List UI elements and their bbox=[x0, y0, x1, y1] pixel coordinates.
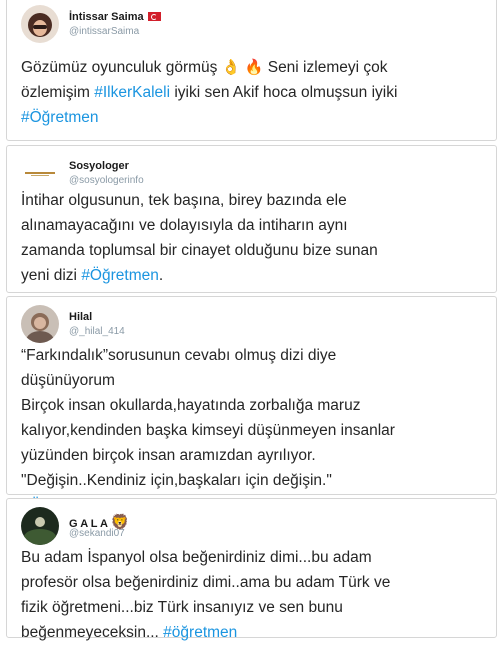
user-avatar[interactable] bbox=[21, 305, 59, 343]
tweet-text-line: zamanda toplumsal bir cinayet olduğunu b… bbox=[21, 238, 486, 263]
tweet-text-line: özlemişim #IlkerKaleli iyiki sen Akif ho… bbox=[21, 80, 486, 105]
tweet-text-segment: iyiki sen Akif hoca olmuşsun iyiki bbox=[170, 84, 398, 101]
tweet-text-line: yeni dizi #Öğretmen. bbox=[21, 263, 486, 288]
user-handle[interactable]: @_hilal_414 bbox=[69, 326, 125, 337]
user-handle[interactable]: @sosyologerinfo bbox=[69, 175, 144, 186]
tweet-text-line: alınamayacağını ve dolayısıyla da intiha… bbox=[21, 213, 486, 238]
display-name[interactable]: İntissar Saima bbox=[69, 11, 161, 23]
tweet-text-segment: özlemişim bbox=[21, 84, 95, 101]
hashtag-link[interactable]: #Öğretmen bbox=[81, 267, 159, 284]
tweet-text-line: İntihar olgusunun, tek başına, birey baz… bbox=[21, 188, 486, 213]
tweet-text-segment: İntihar olgusunun, tek başına, birey baz… bbox=[21, 192, 347, 209]
tweet-text-line: Gözümüz oyunculuk görmüş 👌 🔥 Seni izleme… bbox=[21, 55, 486, 80]
user-handle[interactable]: @intissarSaima bbox=[69, 26, 139, 37]
tweet-text-segment: Birçok insan okullarda,hayatında zorbalı… bbox=[21, 397, 361, 414]
tweet-text-line: düşünüyorum bbox=[21, 368, 486, 393]
ok-hand-emoji-icon: 👌 bbox=[221, 58, 241, 76]
tweet-text-line: profesör olsa beğenirdiniz dimi..ama bu … bbox=[21, 570, 486, 595]
tweet-card[interactable]: İntissar Saima @intissarSaima Gözümüz oy… bbox=[6, 0, 497, 141]
tweet-text-line: #Öğretmen bbox=[21, 105, 486, 130]
tweet-text: İntihar olgusunun, tek başına, birey baz… bbox=[21, 188, 486, 288]
hashtag-link[interactable]: #Öğretmen bbox=[21, 109, 99, 126]
tweet-text-segment: “Farkındalık”sorusunun cevabı olmuş dizi… bbox=[21, 347, 337, 364]
tweet-text-segment: beğenmeyeceksin... bbox=[21, 624, 164, 641]
tweet-card[interactable]: Sosyologer @sosyologerinfo İntihar olgus… bbox=[6, 145, 497, 293]
user-handle[interactable]: @sekandi07 bbox=[69, 528, 125, 539]
display-name[interactable]: Hilal bbox=[69, 311, 92, 323]
user-avatar[interactable] bbox=[21, 5, 59, 43]
tweet-text-line: kalıyor,kendinden başka kimseyi düşünmey… bbox=[21, 418, 486, 443]
tweet-text-segment: kalıyor,kendinden başka kimseyi düşünmey… bbox=[21, 422, 395, 439]
tweet-text: Bu adam İspanyol olsa beğenirdiniz dimi.… bbox=[21, 545, 486, 645]
tweet-text-segment: fizik öğretmeni...biz Türk insanıyız ve … bbox=[21, 599, 343, 616]
tweet-text-line: yüzünden birçok insan aramızdan ayrılıyo… bbox=[21, 443, 486, 468]
tweet-text-segment: yüzünden birçok insan aramızdan ayrılıyo… bbox=[21, 447, 316, 464]
tweet-text-segment: alınamayacağını ve dolayısıyla da intiha… bbox=[21, 217, 348, 234]
turkey-flag-icon bbox=[147, 12, 161, 21]
hashtag-link[interactable]: #öğretmen bbox=[163, 624, 237, 641]
tweet-text-segment: Gözümüz oyunculuk görmüş bbox=[21, 59, 222, 76]
tweet-text-segment: yeni dizi bbox=[21, 267, 82, 284]
tweet-text: “Farkındalık”sorusunun cevabı olmuş dizi… bbox=[21, 343, 486, 518]
tweet-text: Gözümüz oyunculuk görmüş 👌 🔥 Seni izleme… bbox=[21, 55, 486, 130]
display-name[interactable]: Sosyologer bbox=[69, 160, 129, 172]
fire-emoji-icon: 🔥 bbox=[244, 58, 264, 76]
tweet-text-line: Bu adam İspanyol olsa beğenirdiniz dimi.… bbox=[21, 545, 486, 570]
tweet-text-line: Birçok insan okullarda,hayatında zorbalı… bbox=[21, 393, 486, 418]
user-avatar[interactable] bbox=[21, 507, 59, 545]
tweet-text-segment: . bbox=[158, 267, 164, 284]
tweet-text-line: beğenmeyeceksin... #öğretmen bbox=[21, 620, 486, 645]
tweet-card[interactable]: G A L A 🦁 @sekandi07 Bu adam İspanyol ol… bbox=[6, 498, 497, 641]
hashtag-link[interactable]: #IlkerKaleli bbox=[94, 84, 170, 101]
tweet-text-segment: profesör olsa beğenirdiniz dimi..ama bu … bbox=[21, 574, 391, 591]
tweet-text-line: "Değişin..Kendiniz için,başkaları için d… bbox=[21, 468, 486, 493]
tweet-text-segment: zamanda toplumsal bir cinayet olduğunu b… bbox=[21, 242, 378, 259]
user-avatar[interactable] bbox=[21, 154, 59, 192]
tweet-text-line: “Farkındalık”sorusunun cevabı olmuş dizi… bbox=[21, 343, 486, 368]
tweet-card[interactable]: Hilal @_hilal_414 “Farkındalık”sorusunun… bbox=[6, 296, 497, 514]
tweet-text-segment: "Değişin..Kendiniz için,başkaları için d… bbox=[21, 472, 332, 489]
tweet-text-line: fizik öğretmeni...biz Türk insanıyız ve … bbox=[21, 595, 486, 620]
tweet-text-segment: düşünüyorum bbox=[21, 372, 115, 389]
tweet-text-segment: Bu adam İspanyol olsa beğenirdiniz dimi.… bbox=[21, 549, 372, 566]
tweet-text-segment: Seni izlemeyi çok bbox=[263, 59, 388, 76]
